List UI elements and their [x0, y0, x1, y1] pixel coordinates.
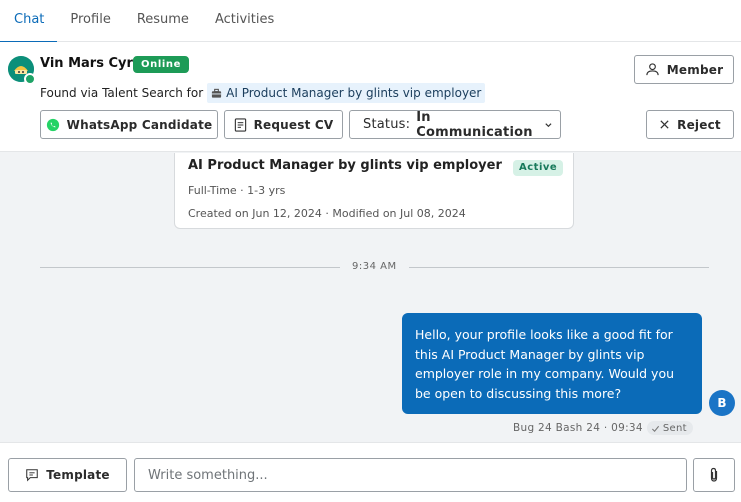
candidate-name: Vin Mars Cyrr [40, 56, 140, 71]
reject-button-label: Reject [677, 117, 721, 132]
member-button-label: Member [666, 62, 724, 77]
whatsapp-icon [46, 118, 59, 131]
whatsapp-button-label: WhatsApp Candidate [66, 117, 213, 132]
divider-line-right [409, 267, 709, 268]
close-icon [660, 120, 669, 129]
job-card-dates: Created on Jun 12, 2024 · Modified on Ju… [188, 207, 466, 220]
status-value: In Communication [416, 109, 533, 140]
tab-profile[interactable]: Profile [57, 0, 123, 42]
attach-button[interactable] [693, 458, 735, 492]
member-button[interactable]: Member [634, 55, 734, 84]
request-cv-button[interactable]: Request CV [224, 110, 343, 139]
tab-resume[interactable]: Resume [124, 0, 202, 42]
job-card[interactable]: AI Product Manager by glints vip employe… [174, 153, 574, 229]
found-via-label: Found via Talent Search for [40, 86, 204, 100]
candidate-avatar[interactable] [8, 56, 36, 85]
message-input[interactable] [134, 458, 687, 492]
sent-status-badge: Sent [646, 421, 693, 435]
candidate-header: Vin Mars Cyrr Online Found via Talent Se… [0, 42, 741, 152]
sent-status-label: Sent [662, 422, 687, 434]
job-card-title: AI Product Manager by glints vip employe… [188, 158, 502, 173]
found-via-line: Found via Talent Search for AI Product M… [40, 83, 486, 103]
job-chip-label: AI Product Manager by glints vip employe… [226, 86, 482, 100]
document-icon [234, 117, 246, 132]
sender-avatar: B [709, 390, 735, 416]
whatsapp-candidate-button[interactable]: WhatsApp Candidate [40, 110, 218, 139]
message-template-icon [26, 469, 39, 482]
user-icon [646, 63, 659, 76]
tab-chat[interactable]: Chat [0, 0, 58, 43]
status-dropdown[interactable]: Status: In Communication [349, 109, 561, 140]
chevron-down-icon [545, 122, 552, 127]
message-sender-time: Bug 24 Bash 24 · 09:34 [513, 422, 643, 434]
divider-line-left [40, 267, 340, 268]
paperclip-icon [710, 467, 718, 482]
divider-time: 9:34 AM [352, 261, 397, 272]
tab-bar: Chat Profile Resume Activities [0, 0, 741, 43]
tab-activities[interactable]: Activities [202, 0, 287, 42]
message-bubble: Hello, your profile looks like a good fi… [402, 313, 702, 414]
template-button-label: Template [46, 468, 110, 482]
job-card-meta: Full-Time · 1-3 yrs [188, 184, 286, 197]
template-button[interactable]: Template [8, 458, 127, 492]
job-chip[interactable]: AI Product Manager by glints vip employe… [207, 83, 486, 103]
request-cv-label: Request CV [253, 117, 334, 132]
online-status-dot [24, 73, 36, 85]
job-status-badge: Active [513, 160, 564, 176]
composer-bar: Template [0, 442, 741, 502]
message-meta: Bug 24 Bash 24 · 09:34 Sent [513, 421, 693, 435]
status-label: Status: [363, 117, 411, 132]
reject-button[interactable]: Reject [646, 110, 734, 139]
time-divider: 9:34 AM [40, 261, 709, 272]
online-badge: Online [133, 56, 189, 73]
briefcase-icon [212, 88, 222, 98]
chat-thread[interactable]: AI Product Manager by glints vip employe… [0, 153, 741, 442]
check-icon [651, 425, 659, 432]
